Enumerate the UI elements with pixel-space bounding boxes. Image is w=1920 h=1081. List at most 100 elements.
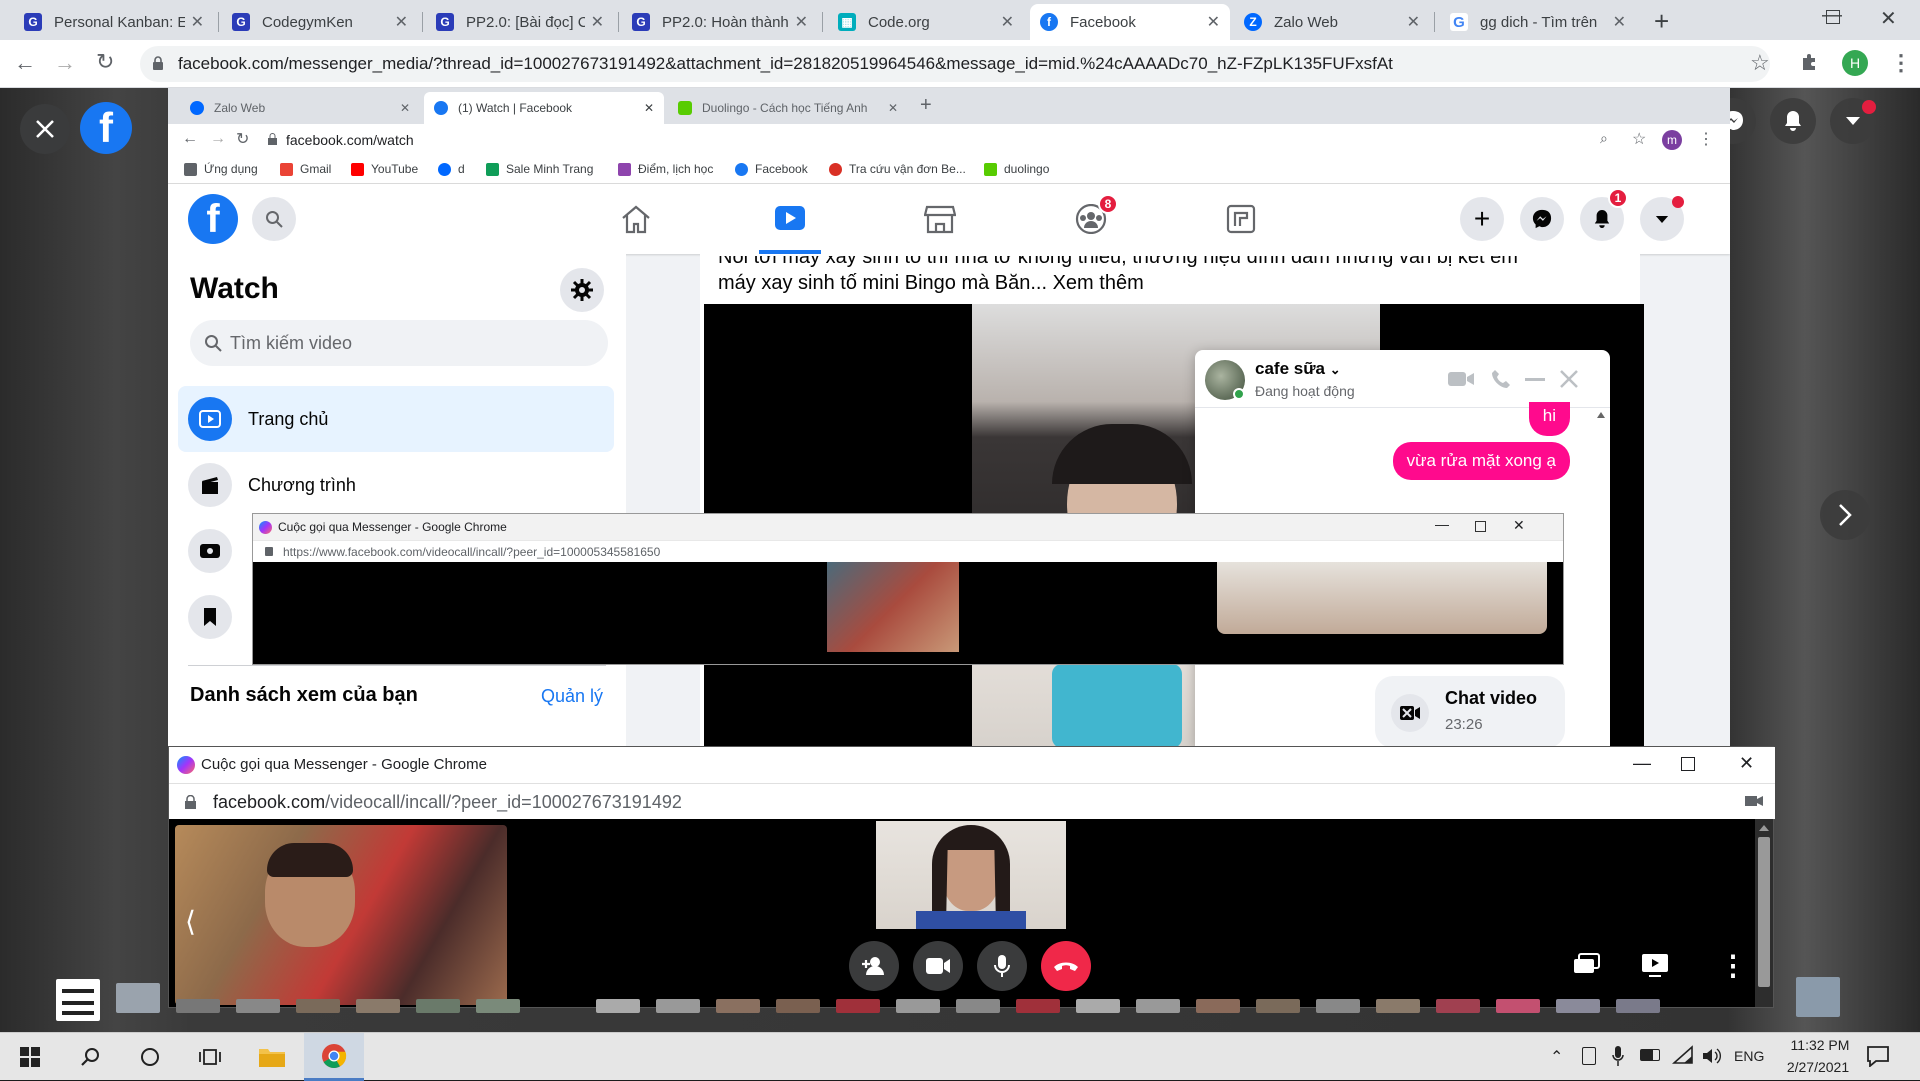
close-icon[interactable]: ✕ [1207,12,1220,32]
search-icon [252,197,296,241]
thumbnail[interactable] [1796,977,1840,1017]
message-bubble: vừa rửa mặt xong ạ [1392,442,1570,480]
thumbnail[interactable] [1136,999,1180,1013]
thumbnail[interactable] [476,999,520,1013]
next-media-button[interactable] [1820,490,1870,540]
windows-taskbar: ⌃ ENG 11:32 PM 2/27/2021 [0,1032,1920,1081]
thumbnail[interactable] [116,983,160,1013]
search-button[interactable] [60,1033,120,1081]
maximize-button[interactable] [1826,10,1840,24]
extensions-icon[interactable] [1800,52,1820,72]
chevron-left-icon[interactable]: ⟨ [185,905,196,938]
thumbnail[interactable] [1196,999,1240,1013]
tab-codegymken[interactable]: G CodegymKen ✕ [222,4,418,40]
tab-favicon: ▦ [838,13,856,31]
input-language[interactable]: ENG [1734,1048,1764,1064]
task-view-button[interactable] [180,1033,240,1081]
browser-menu-icon[interactable]: ⋮ [1890,50,1912,76]
forward-button[interactable]: → [54,50,76,76]
thumbnail[interactable] [1616,999,1660,1013]
peer-video-tile[interactable] [876,821,1066,929]
thumbnail[interactable] [416,999,460,1013]
thumbnail[interactable] [1076,999,1120,1013]
thumbnail[interactable] [1256,999,1300,1013]
thumbnail[interactable] [896,999,940,1013]
thumbnail[interactable] [176,999,220,1013]
tab-zalo-web[interactable]: Z Zalo Web ✕ [1234,4,1430,40]
chevron-up-icon[interactable]: ⌃ [1550,1047,1563,1067]
address-bar[interactable]: facebook.com/messenger_media/?thread_id=… [140,46,1770,82]
reload-button[interactable]: ↻ [96,49,114,75]
close-window-button[interactable]: ✕ [1739,753,1754,774]
chat-header: cafe sữa ⌄ Đang hoạt động [1195,350,1610,408]
windows-start-button[interactable] [0,1033,60,1081]
screen-share-icon[interactable] [1641,953,1669,977]
new-tab-button[interactable]: + [1654,6,1669,37]
file-explorer-button[interactable] [242,1033,302,1081]
bookmark-sale-minh-trang: Sale Minh Trang [486,162,593,176]
thumbnail[interactable] [776,999,820,1013]
thumbnail[interactable] [1376,999,1420,1013]
tab-facebook[interactable]: f Facebook ✕ [1030,4,1230,40]
facebook-logo-icon[interactable]: f [80,102,132,154]
tab-title: Code.org [868,13,930,31]
minimize-button[interactable]: — [1633,753,1651,774]
thumbnail[interactable] [1436,999,1480,1013]
tab-google-search[interactable]: G gg dich - Tìm trên ✕ [1440,4,1636,40]
chrome-taskbar-button[interactable] [304,1033,364,1081]
close-viewer-button[interactable] [20,104,70,154]
thumbnail[interactable] [1016,999,1060,1013]
bookmark-gmail: Gmail [280,162,331,176]
close-icon[interactable]: ✕ [1613,12,1626,32]
browser-tab-bar: G Personal Kanban: E ✕ G CodegymKen ✕ G … [0,0,1920,40]
blue-cup [1052,664,1182,748]
bookmark-star-icon[interactable]: ☆ [1750,50,1770,76]
close-icon[interactable]: ✕ [795,12,808,32]
tab-code-org[interactable]: ▦ Code.org ✕ [828,4,1024,40]
notification-center-icon[interactable] [1866,1045,1890,1067]
thumbnail[interactable] [716,999,760,1013]
thumbnail[interactable] [356,999,400,1013]
device-icon[interactable] [1582,1047,1596,1065]
windows-logo-icon [20,1047,40,1067]
tab-pp2-bai-doc[interactable]: G PP2.0: [Bài đọc] Cá ✕ [426,4,614,40]
notification-dot [1862,100,1876,114]
thumbnail[interactable] [656,999,700,1013]
maximize-icon [1475,521,1486,532]
thumbnail[interactable] [1496,999,1540,1013]
thumbnail-selected[interactable] [56,979,100,1021]
tab-pp2-hoan-thanh[interactable]: G PP2.0: Hoàn thành ✕ [622,4,818,40]
microphone-tray-icon[interactable] [1612,1045,1624,1067]
notifications-button[interactable] [1770,98,1816,144]
battery-icon[interactable] [1640,1049,1660,1061]
tab-favicon: G [232,13,250,31]
close-window-button[interactable]: ✕ [1880,6,1897,31]
cortana-button[interactable] [120,1033,180,1081]
close-icon[interactable]: ✕ [1407,12,1420,32]
close-icon[interactable]: ✕ [1001,12,1014,32]
clock-date[interactable]: 2/27/2021 [1776,1059,1860,1075]
close-icon[interactable]: ✕ [395,12,408,32]
wifi-icon[interactable] [1672,1045,1694,1065]
close-icon[interactable]: ✕ [591,12,604,32]
home-icon [620,204,652,234]
inner-tab-duolingo: Duolingo - Cách học Tiếng Anh ✕ [668,92,908,124]
thumbnail[interactable] [236,999,280,1013]
maximize-button[interactable] [1681,757,1695,771]
back-button[interactable]: ← [14,50,36,76]
thumbnail[interactable] [1556,999,1600,1013]
person-hair [267,843,353,877]
clock-time[interactable]: 11:32 PM [1782,1037,1858,1053]
thumbnail[interactable] [596,999,640,1013]
close-icon[interactable]: ✕ [191,12,204,32]
thumbnail[interactable] [956,999,1000,1013]
cast-screen-icon[interactable] [1573,953,1601,977]
thumbnail[interactable] [296,999,340,1013]
volume-icon[interactable] [1702,1047,1722,1065]
thumbnail[interactable] [836,999,880,1013]
thumbnail[interactable] [1316,999,1360,1013]
profile-avatar[interactable]: H [1842,50,1868,76]
tab-personal-kanban[interactable]: G Personal Kanban: E ✕ [14,4,214,40]
call-url[interactable]: facebook.com/videocall/incall/?peer_id=1… [213,792,682,813]
camera-indicator-icon [1745,795,1763,807]
